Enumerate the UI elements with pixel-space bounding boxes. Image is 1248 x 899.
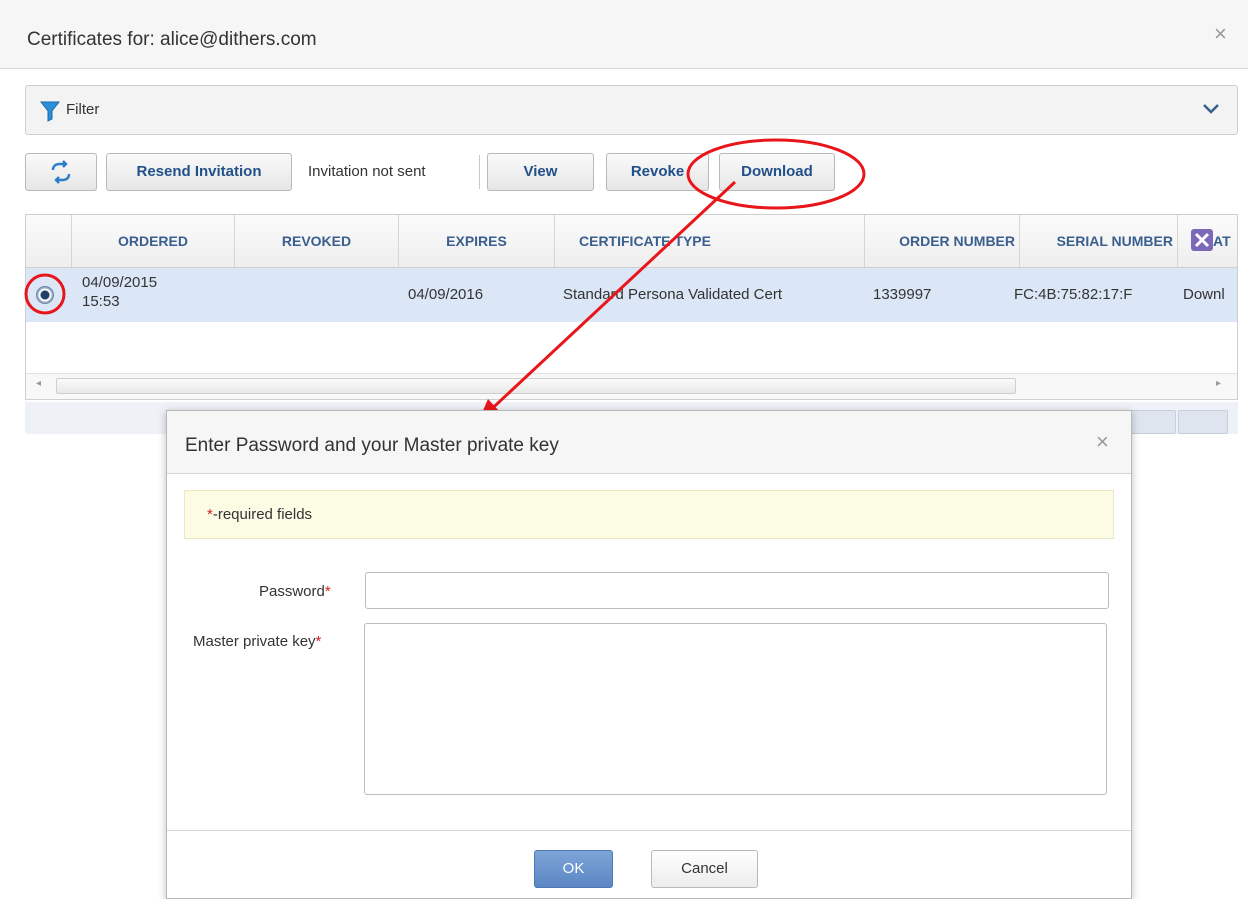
cell-revoked [235, 268, 395, 322]
column-header-order-number[interactable]: ORDER NUMBER [865, 215, 1020, 267]
password-field[interactable] [365, 572, 1109, 609]
modal-footer-divider [167, 830, 1131, 831]
select-column-header [26, 215, 72, 267]
required-star: * [315, 633, 322, 650]
view-button[interactable]: View [487, 153, 594, 191]
filter-label: Filter [66, 101, 100, 118]
ordered-time: 15:53 [82, 293, 120, 310]
required-fields-text: *-required fields [207, 506, 312, 523]
cell-certificate-type: Standard Persona Validated Cert [563, 286, 783, 303]
scroll-right-icon[interactable]: ▸ [1216, 378, 1221, 389]
refresh-icon [51, 160, 71, 184]
pagination-button [1126, 410, 1176, 434]
modal-header: Enter Password and your Master private k… [167, 411, 1131, 474]
row-select-radio[interactable] [36, 286, 54, 304]
required-fields-note: *-required fields [184, 490, 1114, 539]
toolbar-divider [479, 155, 480, 189]
column-header-status[interactable]: AT [1213, 215, 1237, 267]
certificates-table: ORDERED REVOKED EXPIRES CERTIFICATE TYPE… [25, 214, 1238, 400]
scroll-left-icon[interactable]: ◂ [36, 378, 41, 389]
cell-status: Downl [1183, 286, 1225, 303]
chevron-down-icon[interactable] [1202, 102, 1220, 116]
dialog-header: Certificates for: alice@dithers.com × [0, 0, 1248, 69]
close-icon[interactable]: × [1096, 429, 1109, 455]
pagination-button [1178, 410, 1228, 434]
cancel-button[interactable]: Cancel [651, 850, 758, 888]
cell-serial-number: FC:4B:75:82:17:F [1014, 286, 1133, 303]
column-header-revoked[interactable]: REVOKED [235, 215, 399, 267]
cell-ordered: 04/09/2015 15:53 [82, 273, 157, 311]
tools-icon[interactable] [1191, 229, 1213, 251]
master-private-key-field[interactable] [364, 623, 1107, 795]
download-button[interactable]: Download [719, 153, 835, 191]
cell-order-number: 1339997 [873, 286, 932, 303]
revoke-button[interactable]: Revoke [606, 153, 709, 191]
column-header-serial-number[interactable]: SERIAL NUMBER [1020, 215, 1178, 267]
refresh-button[interactable] [25, 153, 97, 191]
cell-expires: 04/09/2016 [408, 286, 484, 303]
filter-bar[interactable]: Filter [25, 85, 1238, 135]
ordered-date: 04/09/2015 [82, 274, 158, 291]
resend-invitation-button[interactable]: Resend Invitation [106, 153, 292, 191]
column-header-expires[interactable]: EXPIRES [399, 215, 555, 267]
password-modal: Enter Password and your Master private k… [166, 410, 1132, 899]
dialog-title: Certificates for: alice@dithers.com [27, 29, 317, 50]
required-note-label: -required fields [212, 506, 313, 523]
password-label: Password* [259, 583, 331, 600]
table-header: ORDERED REVOKED EXPIRES CERTIFICATE TYPE… [26, 215, 1237, 268]
table-row[interactable]: 04/09/2015 15:53 04/09/2016 Standard Per… [26, 268, 1237, 322]
column-header-certificate-type[interactable]: CERTIFICATE TYPE [555, 215, 865, 267]
master-key-label-text: Master private key [193, 633, 316, 650]
ok-button[interactable]: OK [534, 850, 613, 888]
required-star: * [324, 583, 331, 600]
horizontal-scrollbar[interactable]: ◂ ▸ [26, 373, 1237, 399]
password-label-text: Password [259, 583, 325, 600]
invitation-status: Invitation not sent [308, 163, 426, 180]
column-header-ordered[interactable]: ORDERED [72, 215, 235, 267]
modal-title: Enter Password and your Master private k… [185, 435, 559, 456]
master-key-label: Master private key* [193, 633, 321, 650]
close-icon[interactable]: × [1214, 22, 1227, 46]
scrollbar-thumb[interactable] [56, 378, 1016, 394]
filter-icon [40, 101, 60, 122]
